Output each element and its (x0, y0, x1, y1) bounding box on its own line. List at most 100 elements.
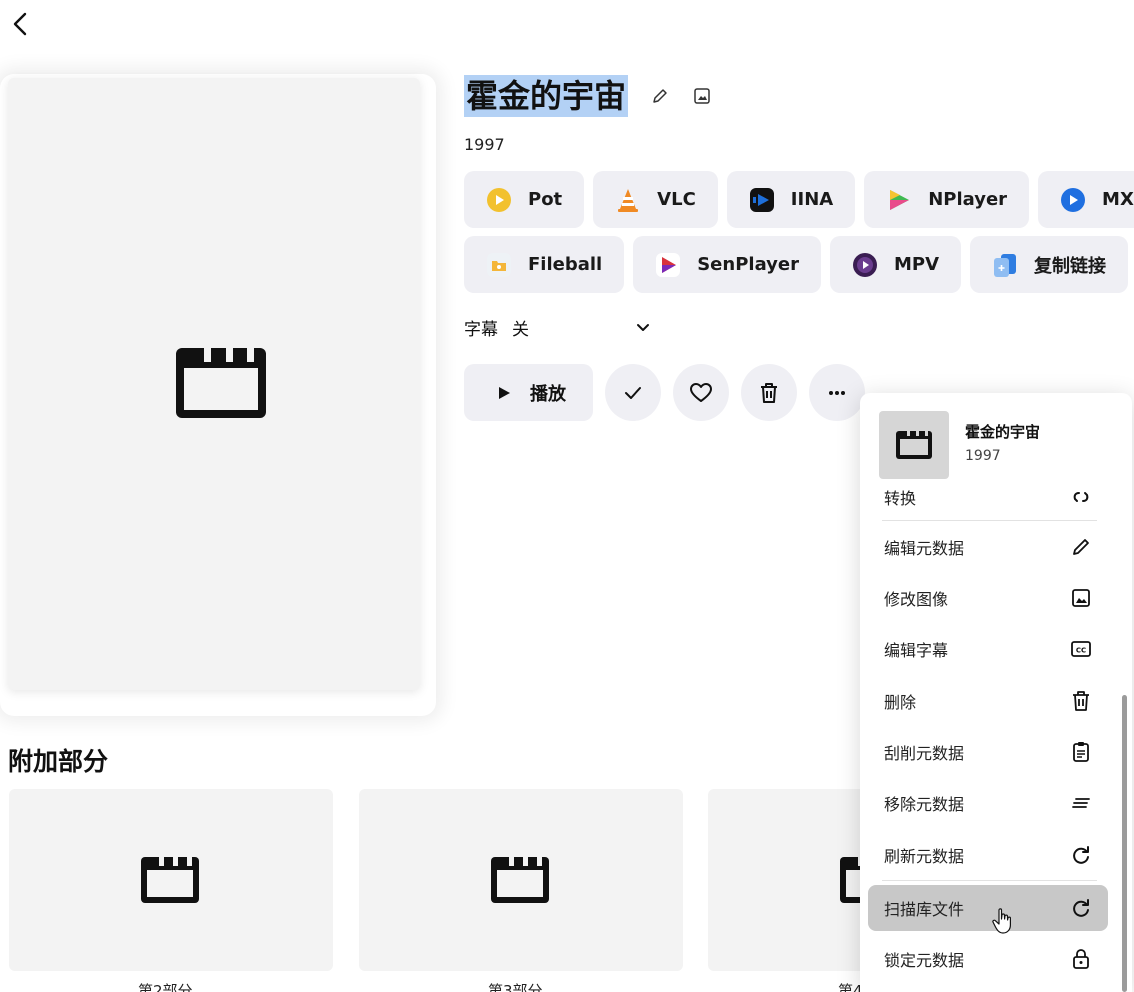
player-label: MX (1102, 189, 1134, 210)
senplayer-icon (655, 252, 681, 278)
chevron-left-icon (13, 12, 27, 36)
clapperboard-icon (141, 857, 199, 903)
image-icon (1072, 589, 1090, 607)
menu-divider (882, 520, 1097, 521)
trash-icon (1073, 691, 1089, 711)
title-row: 霍金的宇宙 (464, 74, 712, 118)
play-icon (499, 386, 510, 399)
menu-item-edit-metadata[interactable]: 编辑元数据 (868, 524, 1108, 570)
extra-card[interactable] (9, 789, 333, 971)
trash-icon (761, 382, 777, 403)
action-bar: 播放 (464, 364, 865, 421)
poster[interactable] (8, 78, 420, 690)
mark-watched-button[interactable] (605, 364, 661, 421)
menu-item-remove-metadata[interactable]: 移除元数据 (868, 780, 1108, 826)
fileball-icon (486, 252, 512, 278)
vlc-cone-icon (615, 187, 641, 213)
menu-item-label: 刮削元数据 (884, 744, 965, 763)
menu-item-delete[interactable]: 删除 (868, 678, 1108, 724)
cc-icon: CC (1071, 641, 1091, 657)
menu-item-label: 修改图像 (884, 590, 949, 609)
context-menu: 霍金的宇宙 1997 转换 编辑元数据 修改图像 编辑字幕 CC 删除 刮削元数… (860, 393, 1132, 992)
menu-item-label: 编辑元数据 (884, 539, 965, 558)
chevron-down-icon (637, 323, 649, 331)
menu-item-label: 编辑字幕 (884, 641, 949, 660)
svg-text:CC: CC (1076, 647, 1086, 655)
release-year: 1997 (464, 135, 505, 154)
player-button-fileball[interactable]: Fileball (464, 236, 625, 293)
back-button[interactable] (8, 10, 34, 38)
menu-item-label: 删除 (884, 693, 917, 712)
lock-icon (1073, 949, 1089, 969)
menu-header: 霍金的宇宙 1997 (879, 411, 1040, 479)
hand-cursor-icon (992, 908, 1011, 934)
heart-icon (690, 382, 712, 402)
extra-card-label: 第2部分 (138, 982, 193, 992)
favorite-button[interactable] (673, 364, 729, 421)
extra-card-label: 第3部分 (488, 982, 543, 992)
menu-title: 霍金的宇宙 (965, 422, 1041, 441)
mx-player-icon (1060, 187, 1086, 213)
refresh-icon (1073, 846, 1089, 864)
player-button-senplayer[interactable]: SenPlayer (633, 236, 821, 293)
clapperboard-icon (896, 431, 932, 459)
image-icon (694, 88, 710, 104)
play-button[interactable]: 播放 (464, 364, 593, 421)
menu-item-label: 锁定元数据 (884, 951, 965, 970)
lines-icon (1072, 798, 1090, 808)
edit-image-button[interactable] (692, 86, 712, 106)
clipboard-icon (1073, 742, 1089, 762)
extra-card[interactable] (359, 789, 683, 971)
menu-item-edit-image[interactable]: 修改图像 (868, 575, 1108, 621)
clapperboard-icon (491, 857, 549, 903)
menu-item-label: 转换 (884, 489, 917, 508)
player-buttons: Pot VLC IINA NPlayer MX Fileball SenPlay… (464, 171, 1134, 295)
nplayer-icon (886, 187, 912, 213)
copy-link-icon (992, 252, 1018, 278)
player-button-mx[interactable]: MX (1038, 171, 1134, 228)
menu-item-convert[interactable]: 转换 (868, 474, 1108, 520)
player-label: NPlayer (928, 189, 1008, 210)
menu-item-label: 刷新元数据 (884, 847, 965, 866)
subtitle-select[interactable]: 字幕 关 (464, 315, 652, 340)
player-button-vlc[interactable]: VLC (593, 171, 718, 228)
menu-scrollbar[interactable] (1122, 695, 1127, 992)
menu-item-scan-library[interactable]: 扫描库文件 (868, 885, 1108, 931)
checkmark-icon (625, 386, 641, 399)
player-button-iina[interactable]: IINA (726, 171, 856, 228)
player-label: VLC (657, 189, 696, 210)
player-label: 复制链接 (1034, 255, 1107, 277)
edit-title-button[interactable] (650, 86, 670, 106)
player-button-nplayer[interactable]: NPlayer (864, 171, 1030, 228)
player-button-pot[interactable]: Pot (464, 171, 585, 228)
player-label: Fileball (528, 254, 603, 275)
menu-divider (882, 880, 1097, 881)
menu-item-scrape-metadata[interactable]: 刮削元数据 (868, 729, 1108, 775)
subtitle-label: 字幕 (464, 320, 498, 340)
more-button[interactable] (809, 364, 865, 421)
player-label: MPV (893, 254, 940, 275)
delete-button[interactable] (741, 364, 797, 421)
convert-icon (1073, 492, 1089, 502)
menu-item-edit-subtitles[interactable]: 编辑字幕 CC (868, 626, 1108, 672)
player-row-2: Fileball SenPlayer MPV 复制链接 (464, 236, 1129, 293)
iina-icon (749, 187, 775, 213)
menu-item-lock-metadata[interactable]: 锁定元数据 (868, 936, 1108, 982)
mpv-icon (852, 252, 878, 278)
player-label: Pot (528, 189, 563, 210)
menu-item-refresh-metadata[interactable]: 刷新元数据 (868, 832, 1108, 878)
ellipsis-icon (829, 390, 845, 395)
refresh-icon (1073, 899, 1089, 917)
menu-item-label: 移除元数据 (884, 795, 965, 814)
player-label: SenPlayer (697, 254, 799, 275)
pencil-icon (653, 89, 667, 103)
player-button-mpv[interactable]: MPV (829, 236, 962, 293)
play-label: 播放 (530, 383, 566, 405)
menu-thumbnail (879, 411, 949, 479)
player-row-1: Pot VLC IINA NPlayer MX (464, 171, 1134, 228)
page-title: 霍金的宇宙 (464, 75, 629, 117)
clapperboard-icon (176, 348, 266, 418)
subtitle-value: 关 (512, 320, 529, 340)
copy-link-button[interactable]: 复制链接 (970, 236, 1129, 293)
menu-year: 1997 (965, 447, 1001, 464)
